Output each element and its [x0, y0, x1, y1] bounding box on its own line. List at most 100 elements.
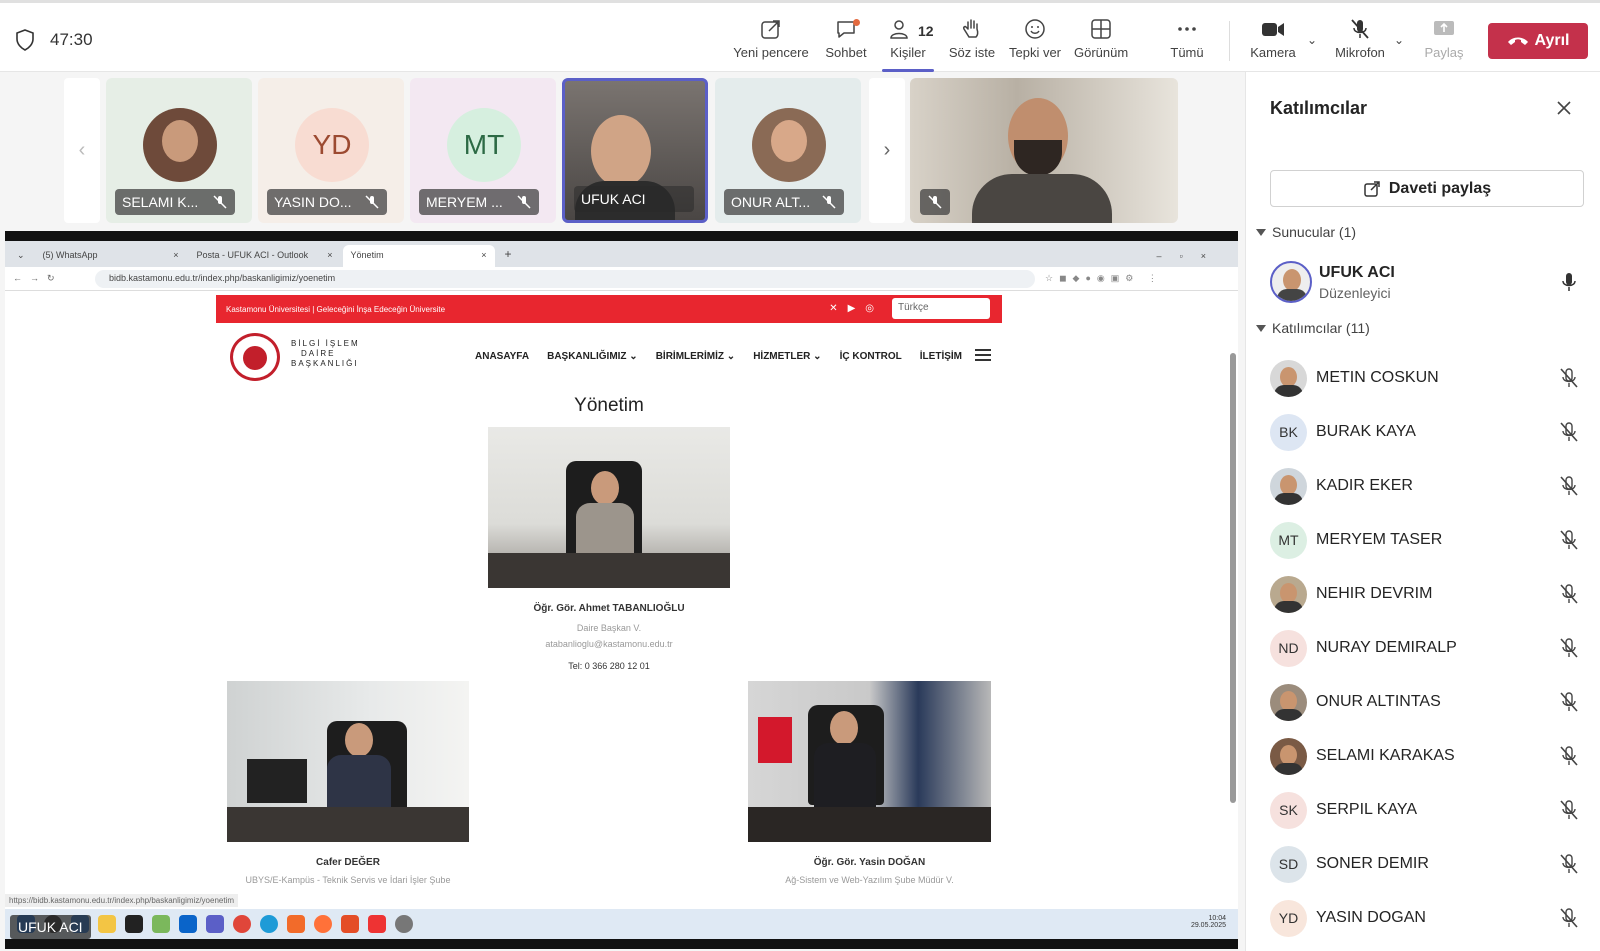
outlook-icon[interactable] [179, 915, 197, 933]
app-icon[interactable] [341, 915, 359, 933]
camera-label: Kamera [1250, 45, 1296, 60]
menu-item[interactable]: İLETİŞİM [920, 351, 962, 362]
people-count: 12 [918, 23, 934, 39]
video-face [591, 115, 651, 187]
site-topbar: Kastamonu Üniversitesi | Geleceğini İnşa… [216, 295, 1002, 323]
participant-tile[interactable]: ONUR ALT... [715, 78, 861, 223]
browser-tab[interactable]: (5) WhatsApp × [35, 245, 187, 267]
monitor [247, 759, 307, 803]
participant-row[interactable]: BK BURAK KAYA [1270, 410, 1580, 454]
participant-row[interactable]: KADIR EKER [1270, 464, 1580, 508]
close-icon[interactable] [1554, 98, 1574, 118]
extension-icons[interactable]: ☆◼◆●◉▣⚙ ⋮ [1045, 273, 1163, 284]
skype-icon[interactable] [260, 915, 278, 933]
participant-tile-active[interactable]: UFUK ACI [562, 78, 708, 223]
more-button[interactable]: Tümü [1169, 17, 1205, 67]
window-controls[interactable]: –▫× [1157, 251, 1238, 267]
terminal-icon[interactable] [125, 915, 143, 933]
people-button[interactable]: 12 Kişiler [882, 17, 934, 72]
tiles-next-button[interactable]: › [869, 78, 905, 223]
hamburger-menu-icon[interactable] [975, 349, 991, 361]
tiles-prev-button[interactable]: ‹ [64, 78, 100, 223]
participant-name: NURAY DEMIRALP [1316, 639, 1457, 656]
browser-nav-icons[interactable]: ←→↻ [5, 273, 95, 284]
chat-button[interactable]: Sohbet [823, 17, 869, 67]
mic-button[interactable]: Mikrofon [1332, 17, 1388, 67]
app-icon[interactable] [152, 915, 170, 933]
browser-tab[interactable]: Posta - UFUK ACI - Outlook × [189, 245, 341, 267]
hang-up-icon [1507, 37, 1528, 45]
avatar: YD [295, 108, 369, 182]
participant-row[interactable]: ONUR ALTINTAS [1270, 680, 1580, 724]
menu-item[interactable]: İÇ KONTROL [840, 351, 902, 362]
share-button[interactable]: Paylaş [1422, 17, 1466, 67]
head-email[interactable]: atabanlioglu@kastamonu.edu.tr [488, 639, 730, 649]
menu-item[interactable]: BİRİMLERİMİZ ⌄ [656, 351, 735, 362]
presenter-row[interactable]: UFUK ACI Düzenleyici [1270, 258, 1580, 306]
chrome-icon[interactable] [233, 915, 251, 933]
url-field[interactable]: bidb.kastamonu.edu.tr/index.php/baskanli… [95, 269, 1035, 288]
new-window-button[interactable]: Yeni pencere [733, 17, 809, 67]
firefox-icon[interactable] [314, 915, 332, 933]
menu-item[interactable]: HİZMETLER ⌄ [753, 351, 821, 362]
raise-hand-label: Söz iste [948, 45, 996, 60]
participant-row[interactable]: NEHIR DEVRIM [1270, 572, 1580, 616]
react-button[interactable]: Tepki ver [1008, 17, 1062, 67]
file-explorer-icon[interactable] [98, 915, 116, 933]
close-icon[interactable]: × [327, 250, 332, 262]
share-invite-button[interactable]: Daveti paylaş [1270, 170, 1584, 207]
participant-row[interactable]: ND NURAY DEMIRALP [1270, 626, 1580, 670]
university-logo[interactable] [230, 333, 280, 381]
presenters-section-header[interactable]: Sunucular (1) [1256, 224, 1356, 240]
participant-row[interactable]: SK SERPIL KAYA [1270, 788, 1580, 832]
teams-icon[interactable] [206, 915, 224, 933]
participant-row[interactable]: MT MERYEM TASER [1270, 518, 1580, 562]
meeting-timer: 47:30 [50, 30, 93, 49]
browser-tabstrip: ⌄ (5) WhatsApp × Posta - UFUK ACI - Outlo… [5, 241, 1238, 267]
view-button[interactable]: Görünüm [1074, 17, 1128, 67]
social-icons[interactable]: ✕▶◎ [829, 303, 884, 314]
avatar: MT [1270, 521, 1307, 559]
mic-off-icon [1560, 692, 1578, 712]
mic-off-icon [213, 195, 227, 209]
presenter-name: UFUK ACI [1319, 263, 1395, 281]
mic-options-chevron-icon[interactable]: ⌄ [1394, 33, 1404, 47]
language-select[interactable]: Türkçe [892, 298, 990, 319]
close-icon[interactable]: × [481, 250, 486, 262]
shared-screen: ⌄ (5) WhatsApp × Posta - UFUK ACI - Outlo… [5, 231, 1238, 949]
participant-tile[interactable]: YD YASIN DO... [258, 78, 404, 223]
participant-row[interactable]: YD YASIN DOGAN [1270, 896, 1580, 940]
tile-name-tag: ONUR ALT... [724, 189, 844, 215]
new-tab-icon[interactable]: + [497, 247, 520, 267]
raise-hand-button[interactable]: Söz iste [948, 17, 996, 67]
leave-button[interactable]: Ayrıl [1488, 23, 1588, 59]
shield-icon[interactable] [15, 29, 35, 51]
participants-section-header[interactable]: Katılımcılar (11) [1256, 320, 1370, 336]
participant-tile[interactable]: SELAMI K... [106, 78, 252, 223]
avatar [143, 108, 217, 182]
camera-button[interactable]: Kamera [1248, 17, 1298, 67]
menu-item[interactable]: BAŞKANLIĞIMIZ ⌄ [547, 351, 638, 362]
participant-row[interactable]: SD SONER DEMIR [1270, 842, 1580, 886]
app-icon[interactable] [368, 915, 386, 933]
browser-address-bar: ←→↻ bidb.kastamonu.edu.tr/index.php/bask… [5, 267, 1238, 291]
section-title: Katılımcılar (11) [1272, 320, 1370, 336]
staff-name: Cafer DEĞER [316, 857, 380, 868]
menu-item[interactable]: ANASAYFA [475, 351, 529, 362]
mic-off-icon [1560, 746, 1578, 766]
participant-row[interactable]: SELAMI KARAKAS [1270, 734, 1580, 778]
participant-row[interactable]: METIN COSKUN [1270, 356, 1580, 400]
close-icon[interactable]: × [173, 250, 178, 262]
avatar: ND [1270, 629, 1307, 667]
tab-list-chevron-icon[interactable]: ⌄ [13, 250, 35, 267]
avatar: SK [1270, 791, 1307, 829]
self-video-tile[interactable] [910, 78, 1178, 223]
page-scrollbar[interactable] [1230, 353, 1236, 803]
settings-icon[interactable] [395, 915, 413, 933]
browser-tab-active[interactable]: Yönetim × [342, 245, 495, 267]
brave-icon[interactable] [287, 915, 305, 933]
participant-tile[interactable]: MT MERYEM ... [410, 78, 556, 223]
toolbar-divider [1229, 21, 1230, 61]
avatar [1270, 359, 1307, 397]
camera-options-chevron-icon[interactable]: ⌄ [1307, 33, 1317, 47]
